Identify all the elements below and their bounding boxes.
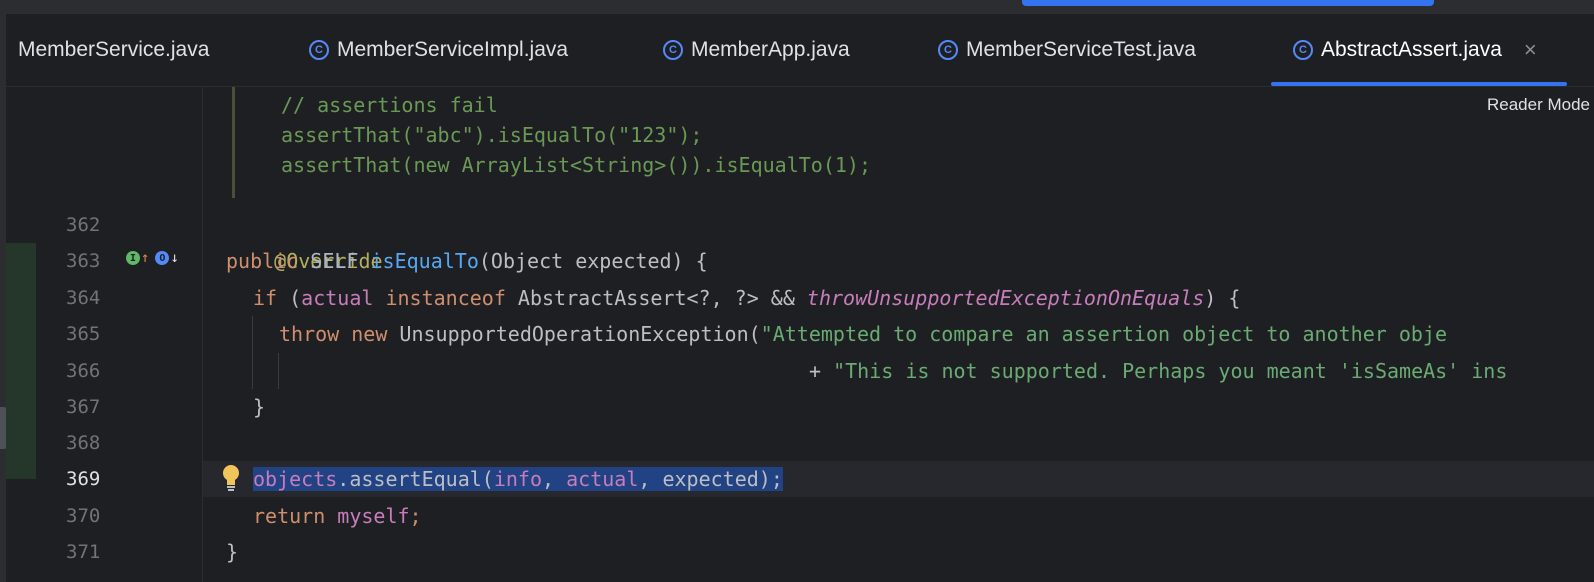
editor-tab-bar: MemberService.java C MemberServiceImpl.j… (6, 14, 1594, 87)
line-number: 366 (66, 360, 101, 382)
window-top-bar (0, 0, 1594, 14)
code-line-371: } (226, 540, 239, 564)
tab-label: MemberServiceTest.java (966, 38, 1196, 61)
line-number: 367 (66, 396, 101, 418)
code-text: (Object expected) { (478, 249, 708, 273)
tab-label: MemberServiceImpl.java (337, 38, 569, 61)
field-name: actual (301, 286, 374, 310)
arrow-down-icon: ↓ (170, 250, 179, 266)
line-number-current: 369 (66, 468, 101, 490)
editor-gutter[interactable]: 362 363 364 365 366 367 368 369 370 371 … (6, 87, 203, 582)
line-number: 368 (66, 432, 101, 454)
tab-memberserviceimpl[interactable]: C MemberServiceImpl.java (309, 14, 568, 86)
field-name: actual (566, 467, 639, 491)
keyword: public (226, 249, 311, 273)
rendered-doc-comment: // assertions fail assertThat("abc").isE… (232, 87, 1594, 198)
class-icon: C (309, 40, 329, 60)
active-tab-indicator (1271, 82, 1567, 86)
gutter-markers: I ↑ O ↓ (126, 250, 179, 266)
class-icon: C (663, 40, 683, 60)
code-line-362: @Override (226, 207, 382, 273)
code-text: ) { (1204, 286, 1241, 310)
method-call: assertEqual( (349, 467, 494, 491)
code-line-370: return myself; (253, 498, 422, 534)
overrides-icon: O (155, 251, 170, 265)
tab-memberservice[interactable]: MemberService.java (4, 14, 209, 86)
field-name: myself (337, 504, 410, 528)
string-literal: "Attempted to compare an assertion objec… (760, 322, 1447, 346)
close-icon[interactable]: × (1524, 37, 1537, 63)
progress-indicator (1022, 0, 1434, 6)
type-name: UnsupportedOperationException( (399, 322, 761, 346)
line-number: 362 (66, 214, 101, 236)
code-line-365: throw new UnsupportedOperationException(… (279, 316, 1447, 352)
string-literal: "This is not supported. Perhaps you mean… (833, 359, 1508, 383)
indent-guide (278, 353, 279, 389)
code-text: . (337, 467, 350, 491)
keyword: throw (279, 322, 352, 346)
line-number: 370 (66, 505, 101, 527)
method-name: isEqualTo (370, 249, 479, 273)
keyword: new (351, 322, 400, 346)
class-icon: C (1293, 40, 1313, 60)
class-icon: C (938, 40, 958, 60)
type-name: AbstractAssert<?, ?> (517, 286, 759, 310)
arrow-up-icon: ↑ (141, 250, 150, 266)
keyword: if (253, 286, 290, 310)
keyword: return (253, 504, 338, 528)
overrides-marker[interactable]: O ↓ (155, 250, 179, 266)
tab-memberapp[interactable]: C MemberApp.java (663, 14, 850, 86)
static-field-name: throwUnsupportedExceptionOnEquals (806, 286, 1205, 310)
code-line-366: + "This is not supported. Perhaps you me… (809, 353, 1507, 389)
code-text: , (542, 467, 567, 491)
code-line-364: if (actual instanceof AbstractAssert<?, … (253, 280, 1240, 316)
code-text: ; (409, 504, 422, 528)
implements-marker[interactable]: I ↑ (126, 250, 149, 266)
code-text: ); (758, 467, 783, 491)
lightbulb-icon[interactable] (220, 463, 242, 493)
code-line-363: public SELF isEqualTo(Object expected) { (226, 243, 708, 279)
gutter-separator (202, 87, 203, 582)
code-line-369: objects.assertEqual(info, actual, expect… (253, 461, 783, 497)
line-number: 371 (66, 541, 101, 563)
tab-label: MemberService.java (18, 38, 210, 61)
line-number: 363 (66, 250, 101, 272)
parameter-name: expected (662, 467, 759, 491)
line-number: 364 (66, 287, 101, 309)
field-name: info (493, 467, 543, 491)
tab-abstractassert[interactable]: C AbstractAssert.java × (1271, 14, 1567, 86)
code-text: && (758, 286, 807, 310)
code-text: ( (289, 286, 302, 310)
field-name: objects (253, 467, 338, 491)
indent-guide (252, 316, 253, 389)
tab-memberservicetest[interactable]: C MemberServiceTest.java (938, 14, 1196, 86)
keyword: instanceof (373, 286, 518, 310)
code-text: + (809, 359, 834, 383)
code-line-367: } (253, 395, 266, 419)
tab-label: MemberApp.java (691, 38, 850, 61)
implements-icon: I (126, 251, 140, 265)
code-editor[interactable]: 362 363 364 365 366 367 368 369 370 371 … (6, 87, 1594, 582)
doc-line: assertThat(new ArrayList<String>()).isEq… (281, 153, 872, 177)
line-number: 365 (66, 323, 101, 345)
tab-label: AbstractAssert.java (1321, 38, 1502, 61)
code-text: , (638, 467, 663, 491)
type-name: SELF (310, 249, 371, 273)
vcs-change-marker[interactable] (6, 243, 36, 479)
